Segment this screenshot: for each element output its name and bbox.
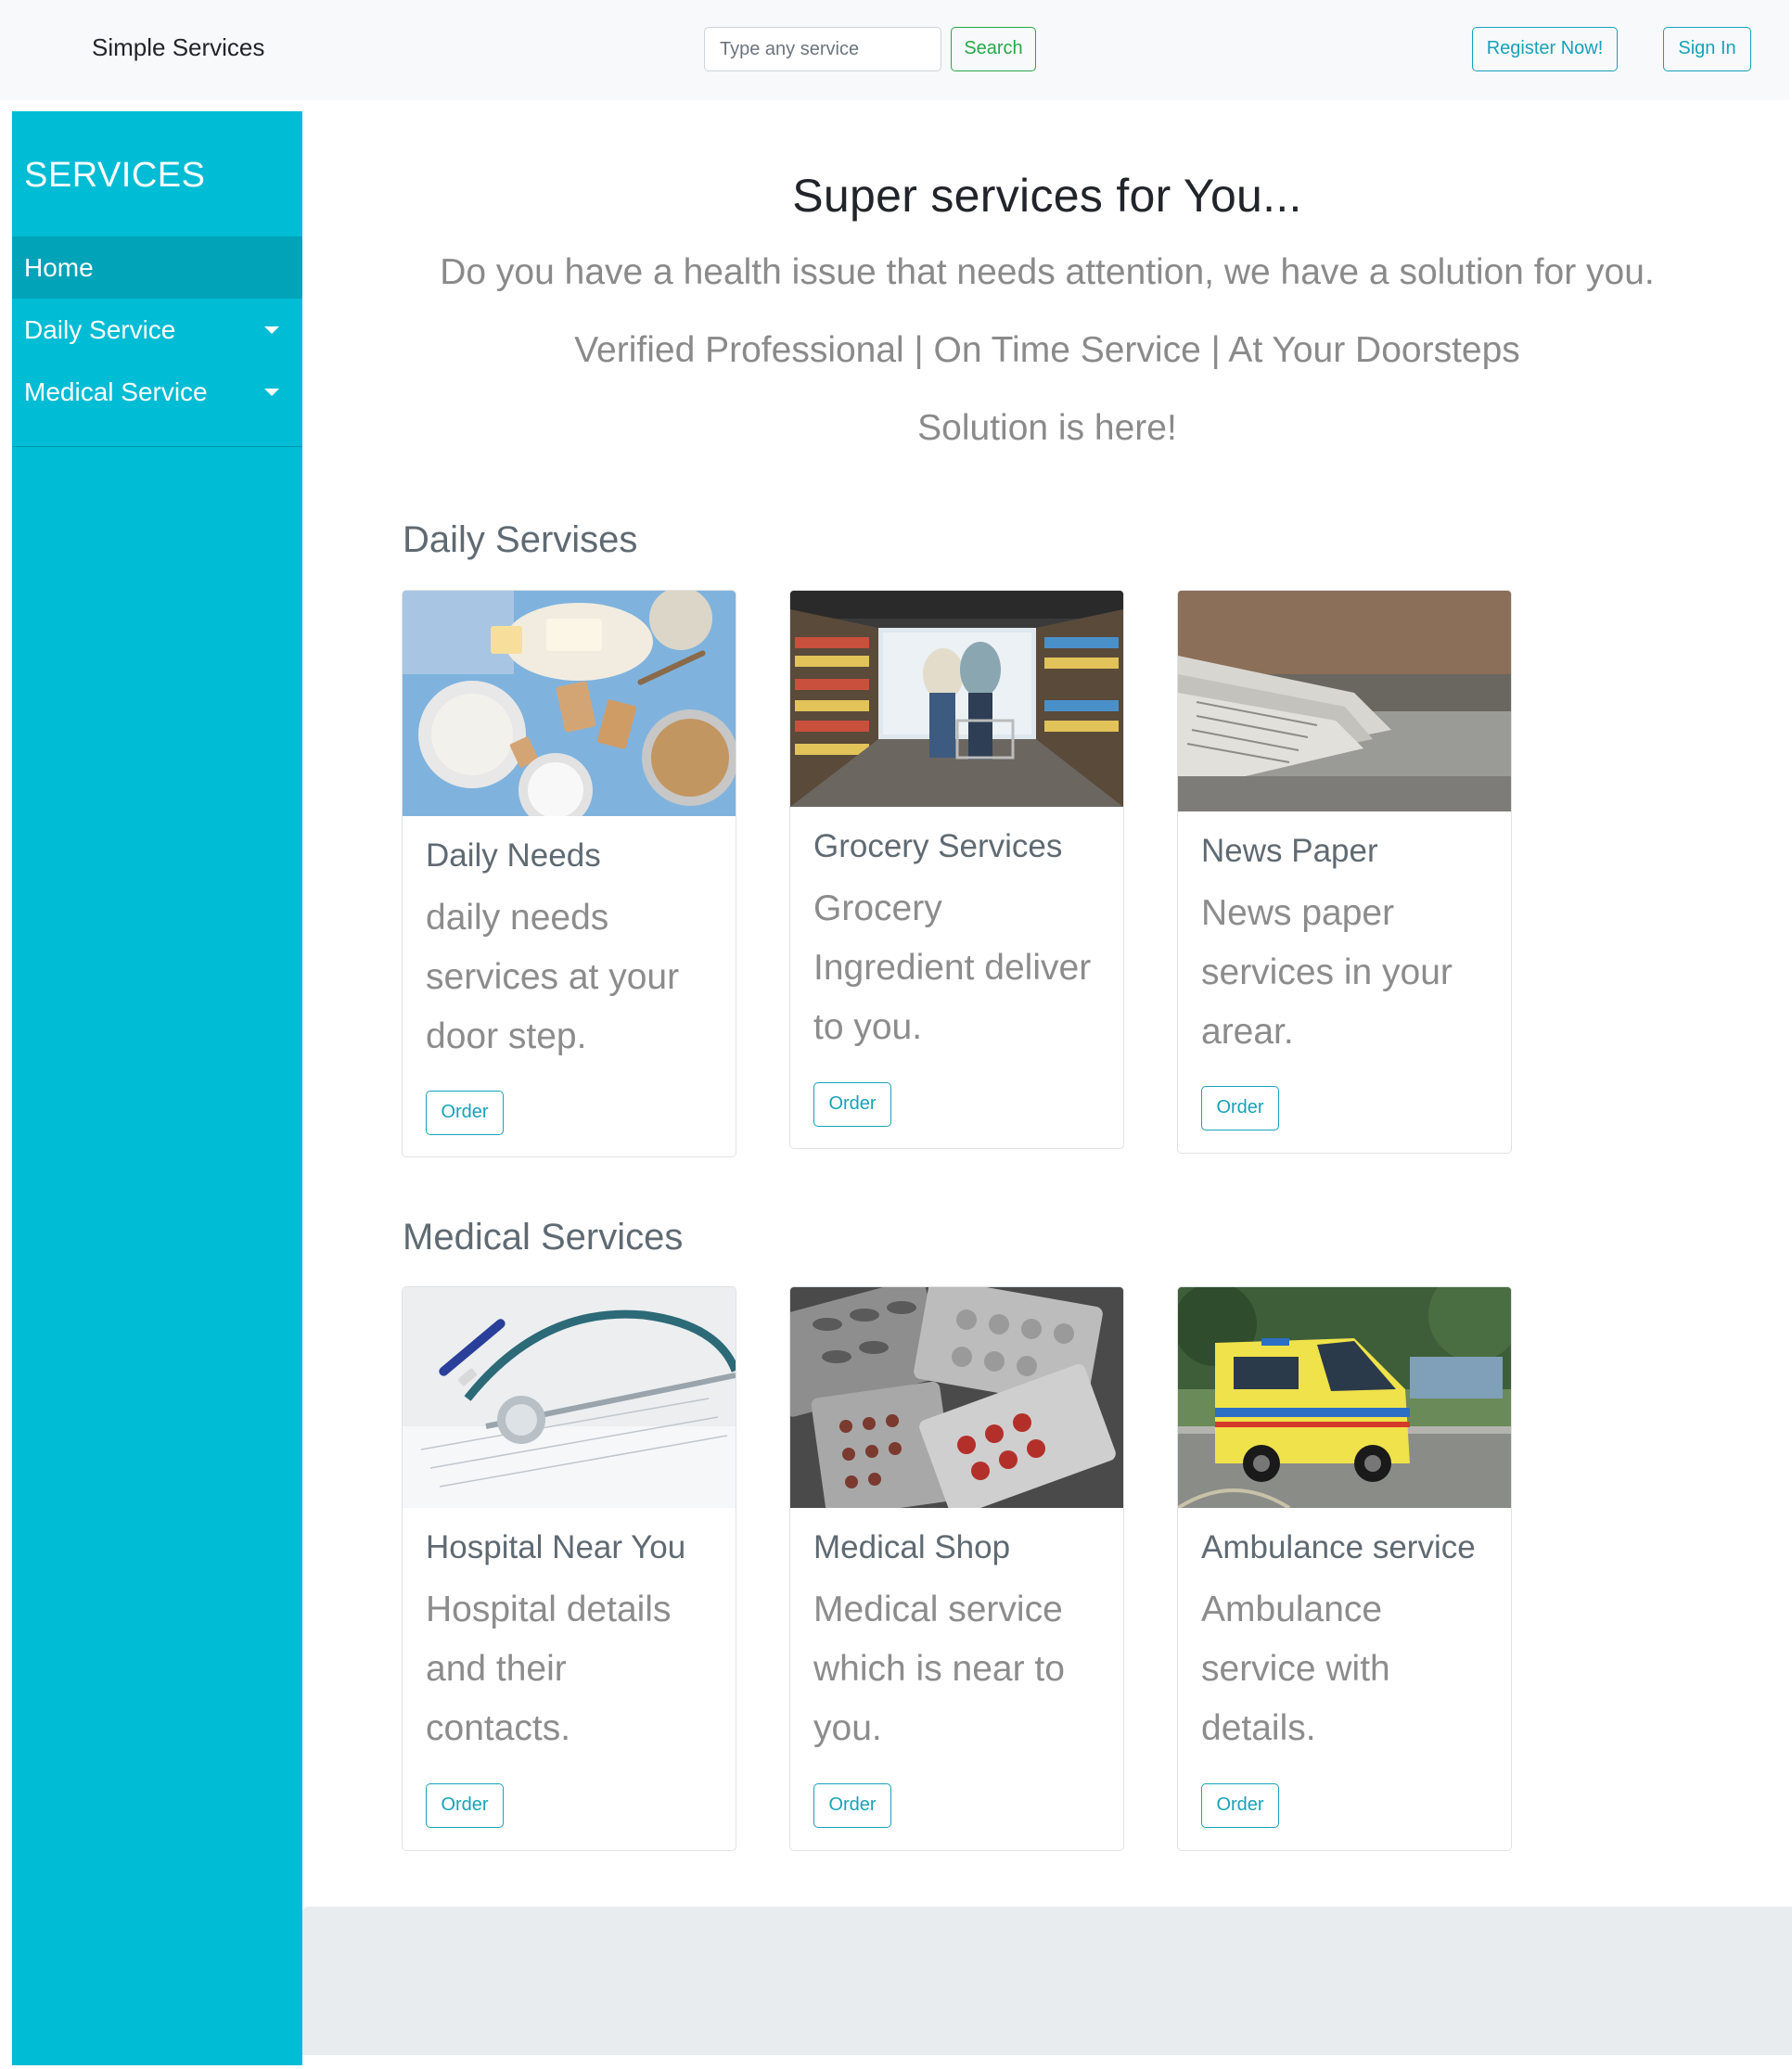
order-button[interactable]: Order [426, 1783, 504, 1828]
medical-services-heading: Medical Services [403, 1217, 684, 1258]
ambulance-photo [1178, 1287, 1511, 1508]
sidebar-nav: Home Daily Service Medical Service [12, 236, 302, 423]
card-title: News Paper [1201, 833, 1378, 869]
medical-shop-image [790, 1287, 1123, 1508]
ambulance-image [1178, 1287, 1511, 1508]
hospital-photo [403, 1287, 736, 1508]
daily-services-heading: Daily Servises [403, 519, 638, 560]
grocery-image [790, 591, 1123, 807]
card-title: Hospital Near You [426, 1529, 686, 1565]
hero-features: Verified Professional | On Time Service … [574, 330, 1520, 370]
service-card-daily-needs: Daily Needs daily needs services at your… [402, 590, 736, 1157]
search-input[interactable] [704, 27, 941, 71]
card-text: Ambulance service with details. [1201, 1590, 1390, 1748]
sidebar-item-medical-service[interactable]: Medical Service [12, 361, 302, 423]
hero-tagline: Do you have a health issue that needs at… [440, 252, 1655, 292]
sidebar-item-label: Daily Service [24, 315, 176, 344]
sidebar: SERVICES Home Daily Service Medical Serv… [12, 111, 302, 2065]
service-card-news-paper: News Paper News paper services in your a… [1177, 590, 1512, 1154]
card-text: daily needs services at your door step. [426, 898, 680, 1056]
sign-in-button[interactable]: Sign In [1663, 27, 1751, 71]
daily-needs-image [403, 591, 736, 816]
sidebar-item-daily-service[interactable]: Daily Service [12, 299, 302, 361]
order-button[interactable]: Order [1201, 1086, 1279, 1130]
order-button[interactable]: Order [1201, 1783, 1279, 1828]
sidebar-item-home[interactable]: Home [12, 236, 302, 299]
top-navbar: Simple Services Search Register Now! Sig… [0, 0, 1789, 100]
news-paper-image [1178, 591, 1511, 811]
search-button[interactable]: Search [951, 27, 1036, 71]
card-text: Hospital details and their contacts. [426, 1590, 672, 1748]
hospital-image [403, 1287, 736, 1508]
card-text: News paper services in your arear. [1201, 893, 1453, 1052]
sidebar-divider [12, 446, 302, 447]
brand-link[interactable]: Simple Services [92, 33, 264, 62]
sidebar-title: SERVICES [24, 156, 206, 195]
service-card-medical-shop: Medical Shop Medical service which is ne… [789, 1286, 1124, 1851]
order-button[interactable]: Order [813, 1082, 891, 1127]
register-button[interactable]: Register Now! [1472, 27, 1618, 71]
hero-title: Super services for You... [792, 170, 1302, 222]
caret-down-icon [264, 326, 279, 334]
footer [302, 1907, 1792, 2055]
sidebar-item-label: Home [24, 253, 94, 282]
card-title: Grocery Services [813, 828, 1063, 864]
medical-shop-photo [790, 1287, 1123, 1508]
service-card-grocery: Grocery Services Grocery Ingredient deli… [789, 590, 1124, 1149]
service-card-hospital: Hospital Near You Hospital details and t… [402, 1286, 736, 1851]
card-title: Medical Shop [813, 1529, 1011, 1565]
order-button[interactable]: Order [426, 1091, 504, 1135]
hero-solution: Solution is here! [917, 408, 1177, 448]
card-title: Daily Needs [426, 837, 601, 874]
service-card-ambulance: Ambulance service Ambulance service with… [1177, 1286, 1512, 1851]
order-button[interactable]: Order [813, 1783, 891, 1828]
grocery-photo [790, 591, 1123, 807]
card-title: Ambulance service [1201, 1529, 1476, 1565]
card-text: Grocery Ingredient deliver to you. [813, 888, 1092, 1047]
news-paper-photo [1178, 591, 1511, 811]
card-text: Medical service which is near to you. [813, 1590, 1065, 1748]
daily-needs-photo [403, 591, 736, 816]
sidebar-item-label: Medical Service [24, 377, 208, 406]
caret-down-icon [264, 389, 279, 396]
